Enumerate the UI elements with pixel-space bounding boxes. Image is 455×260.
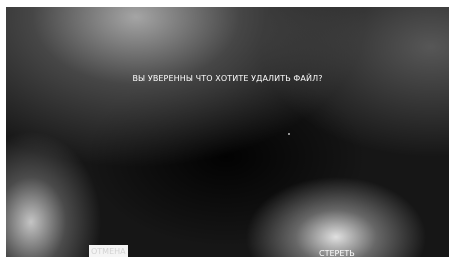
- device-frame: ВЫ УВЕРЕННЫ ЧТО ХОТИТЕ УДАЛИТЬ ФАЙЛ? ОТМ…: [0, 0, 455, 260]
- delete-confirmation-message: ВЫ УВЕРЕННЫ ЧТО ХОТИТЕ УДАЛИТЬ ФАЙЛ?: [132, 74, 323, 83]
- device-screen: ВЫ УВЕРЕННЫ ЧТО ХОТИТЕ УДАЛИТЬ ФАЙЛ? ОТМ…: [6, 7, 449, 257]
- delete-button[interactable]: СТЕРЕТЬ: [319, 247, 355, 257]
- screen-speck: [288, 133, 290, 135]
- cancel-button[interactable]: ОТМЕНА: [89, 245, 128, 257]
